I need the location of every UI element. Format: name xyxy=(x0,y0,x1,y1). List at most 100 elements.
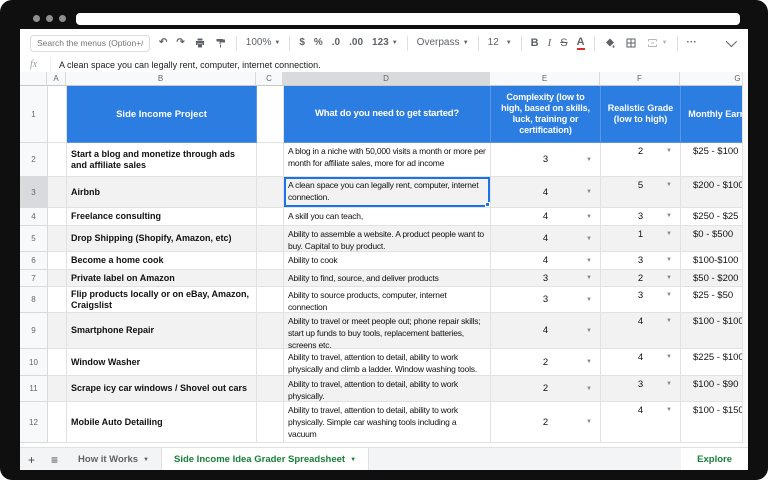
chevron-down-icon[interactable]: ▼ xyxy=(586,359,592,365)
cell-grade[interactable]: 4▼ xyxy=(601,313,681,349)
cell-project-name[interactable]: Mobile Auto Detailing xyxy=(67,402,257,443)
cell-col-a[interactable] xyxy=(48,313,67,349)
cell-earning-range[interactable]: $200 - $100 xyxy=(681,177,748,208)
strikethrough-button[interactable]: S xyxy=(560,38,567,49)
cell-requirements[interactable]: Ability to source products, computer, in… xyxy=(284,287,491,313)
chevron-down-icon[interactable]: ▼ xyxy=(666,213,672,219)
cell-grade[interactable]: 2▼ xyxy=(601,270,681,287)
chevron-down-icon[interactable]: ▼ xyxy=(586,189,592,195)
cell-requirements[interactable]: Ability to assemble a website. A product… xyxy=(284,226,491,252)
column-header-B[interactable]: B xyxy=(66,72,256,86)
cell-grade[interactable]: 4▼ xyxy=(601,349,681,376)
cell-requirements[interactable]: Ability to travel or meet people out; ph… xyxy=(284,313,491,349)
cell-col-a[interactable] xyxy=(48,287,67,313)
row-number[interactable]: 9 xyxy=(20,313,48,349)
cell-project-name[interactable]: Smartphone Repair xyxy=(67,313,257,349)
cell-earning-range[interactable]: $225 - $100 xyxy=(681,349,748,376)
decrease-decimal-button[interactable]: .0 xyxy=(332,38,340,48)
cell-earning-range[interactable]: $25 - $100 xyxy=(681,143,748,177)
cell-requirements[interactable]: Ability to travel, attention to detail, … xyxy=(284,376,491,402)
cell-complexity[interactable]: 4▼ xyxy=(491,226,601,252)
cell-project-name[interactable]: Scrape icy car windows / Shovel out cars xyxy=(67,376,257,402)
vertical-scrollbar[interactable] xyxy=(742,72,748,443)
chevron-down-icon[interactable]: ▼ xyxy=(586,297,592,303)
cell-complexity[interactable]: 4▼ xyxy=(491,208,601,226)
sheet-tab-side-income-idea-grader-spreadsheet[interactable]: Side Income Idea Grader Spreadsheet▼ xyxy=(161,448,369,470)
font-family-select[interactable]: Overpass▼ xyxy=(417,38,469,48)
redo-button[interactable]: ↷ xyxy=(176,38,184,48)
chevron-down-icon[interactable]: ▼ xyxy=(586,328,592,334)
cell-grade[interactable]: 3▼ xyxy=(601,287,681,313)
chevron-down-icon[interactable]: ▼ xyxy=(586,214,592,220)
column-header-F[interactable]: F xyxy=(600,72,680,86)
row-number[interactable]: 10 xyxy=(20,349,48,376)
chevron-down-icon[interactable]: ▼ xyxy=(586,236,592,242)
column-header-C[interactable]: C xyxy=(256,72,283,86)
cell-complexity[interactable]: 4▼ xyxy=(491,177,601,208)
cell-A1[interactable] xyxy=(48,86,67,143)
cell-col-c[interactable] xyxy=(257,349,284,376)
cell-grade[interactable]: 3▼ xyxy=(601,376,681,402)
row-number[interactable]: 4 xyxy=(20,208,48,226)
chevron-down-icon[interactable]: ▼ xyxy=(666,148,672,154)
row-number[interactable]: 5 xyxy=(20,226,48,252)
cell-requirements[interactable]: A skill you can teach, xyxy=(284,208,491,226)
bold-button[interactable]: B xyxy=(531,38,539,49)
cell-G1[interactable]: Monthly Earning Range xyxy=(681,86,748,143)
row-number[interactable]: 7 xyxy=(20,270,48,287)
minimize-window-icon[interactable] xyxy=(46,15,53,22)
cell-requirements[interactable]: A blog in a niche with 50,000 visits a m… xyxy=(284,143,491,177)
cell-complexity[interactable]: 2▼ xyxy=(491,376,601,402)
cell-earning-range[interactable]: $100-$100 xyxy=(681,252,748,270)
cell-col-a[interactable] xyxy=(48,376,67,402)
zoom-select[interactable]: 100%▼ xyxy=(246,38,281,48)
row-number[interactable]: 3 xyxy=(20,177,48,208)
cell-project-name[interactable]: Flip products locally or on eBay, Amazon… xyxy=(67,287,257,313)
select-all-corner[interactable] xyxy=(20,72,47,86)
paint-format-icon[interactable] xyxy=(215,37,227,49)
chevron-down-icon[interactable]: ▼ xyxy=(586,157,592,163)
cell-requirements[interactable]: Ability to find, source, and deliver pro… xyxy=(284,270,491,287)
cell-F1[interactable]: Realistic Grade (low to high) xyxy=(601,86,681,143)
explore-button[interactable]: Explore xyxy=(681,448,748,470)
cell-col-c[interactable] xyxy=(257,376,284,402)
row-number[interactable]: 1 xyxy=(20,86,48,143)
cell-col-c[interactable] xyxy=(257,287,284,313)
italic-button[interactable]: I xyxy=(548,38,552,49)
chevron-down-icon[interactable]: ▼ xyxy=(666,318,672,324)
cell-earning-range[interactable]: $25 - $50 xyxy=(681,287,748,313)
cell-project-name[interactable]: Window Washer xyxy=(67,349,257,376)
cell-project-name[interactable]: Become a home cook xyxy=(67,252,257,270)
cell-col-c[interactable] xyxy=(257,252,284,270)
chevron-down-icon[interactable]: ▼ xyxy=(586,386,592,392)
cell-col-a[interactable] xyxy=(48,349,67,376)
chevron-down-icon[interactable]: ▼ xyxy=(666,354,672,360)
cell-grade[interactable]: 5▼ xyxy=(601,177,681,208)
cell-grade[interactable]: 2▼ xyxy=(601,143,681,177)
row-number[interactable]: 12 xyxy=(20,402,48,443)
column-header-D[interactable]: D xyxy=(283,72,490,86)
cell-col-c[interactable] xyxy=(257,177,284,208)
column-header-E[interactable]: E xyxy=(490,72,600,86)
cell-earning-range[interactable]: $250 - $25 xyxy=(681,208,748,226)
cell-grade[interactable]: 3▼ xyxy=(601,208,681,226)
cell-E1[interactable]: Complexity (low to high, based on skills… xyxy=(491,86,601,143)
chevron-down-icon[interactable]: ▼ xyxy=(666,257,672,263)
chevron-down-icon[interactable]: ▼ xyxy=(666,292,672,298)
cell-col-c[interactable] xyxy=(257,208,284,226)
cell-grade[interactable]: 1▼ xyxy=(601,226,681,252)
chevron-down-icon[interactable]: ▼ xyxy=(666,381,672,387)
format-percent-button[interactable]: % xyxy=(314,38,323,48)
cell-complexity[interactable]: 4▼ xyxy=(491,252,601,270)
increase-decimal-button[interactable]: .00 xyxy=(349,38,363,48)
cell-col-c[interactable] xyxy=(257,226,284,252)
cell-B1[interactable]: Side Income Project xyxy=(67,86,257,143)
chevron-down-icon[interactable]: ▼ xyxy=(666,231,672,237)
all-sheets-menu-icon[interactable]: ≡ xyxy=(43,448,66,470)
cell-grade[interactable]: 4▼ xyxy=(601,402,681,443)
hide-menus-chevron-icon[interactable] xyxy=(726,36,737,47)
cell-col-a[interactable] xyxy=(48,208,67,226)
cell-earning-range[interactable]: $50 - $200 xyxy=(681,270,748,287)
cell-col-a[interactable] xyxy=(48,177,67,208)
cell-col-c[interactable] xyxy=(257,402,284,443)
